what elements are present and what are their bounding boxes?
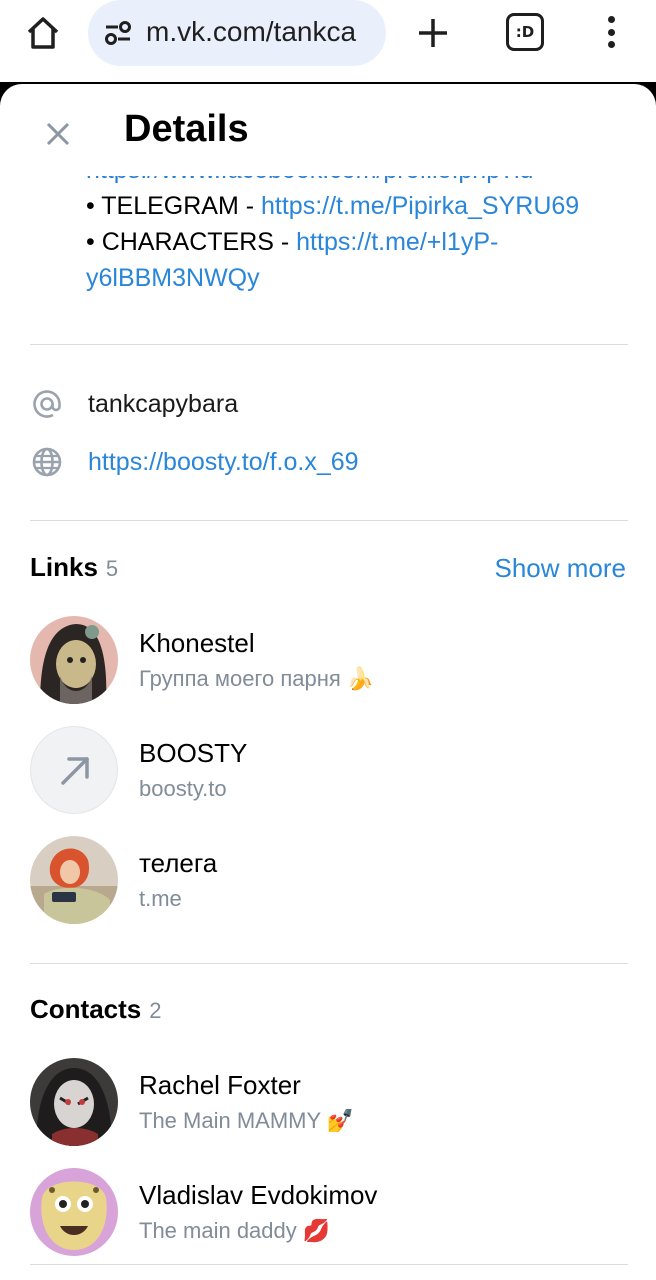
contact-item[interactable]: Rachel Foxter The Main MAMMY 💅: [30, 1058, 628, 1148]
sheet-title: Details: [124, 108, 249, 150]
about-line-telegram: • TELEGRAM - https://t.me/Pipirka_SYRU69: [86, 188, 634, 224]
external-link-arrow-icon: [30, 726, 118, 814]
divider: [30, 1264, 628, 1265]
characters-link-continued[interactable]: y6lBBM3NWQy: [86, 264, 260, 292]
divider: [30, 520, 628, 521]
contact-item[interactable]: Vladislav Evdokimov The main daddy 💋: [30, 1168, 628, 1258]
about-label: • CHARACTERS -: [86, 228, 297, 256]
more-menu-icon[interactable]: [596, 12, 626, 52]
link-description: boosty.to: [139, 776, 227, 801]
avatar: [30, 616, 118, 704]
link-name: BOOSTY: [139, 738, 248, 768]
about-line-characters: • CHARACTERS - https://t.me/+l1yP-: [86, 224, 634, 260]
link-description: t.me: [139, 886, 182, 911]
links-count: 5: [105, 556, 119, 581]
link-item[interactable]: Khonestel Группа моего парня 🍌: [30, 616, 628, 706]
divider: [30, 963, 628, 964]
link-description: Группа моего парня 🍌: [139, 666, 375, 691]
globe-icon: [30, 445, 64, 479]
contact-description: The main daddy 💋: [139, 1218, 331, 1243]
address-bar[interactable]: m.vk.com/tankca: [88, 0, 386, 66]
about-line-characters-cont: y6lBBM3NWQy: [86, 260, 634, 296]
about-label: • TELEGRAM -: [86, 192, 261, 220]
show-more-button[interactable]: Show more: [495, 553, 627, 584]
characters-link[interactable]: https://t.me/+l1yP-: [296, 228, 498, 256]
cut-off-link[interactable]: https://www.facebook.com/profile.php?id: [86, 176, 634, 188]
link-item[interactable]: BOOSTY boosty.to: [30, 726, 628, 816]
close-icon[interactable]: [42, 118, 74, 150]
contacts-heading: Contacts 2: [30, 994, 162, 1025]
contacts-title: Contacts: [30, 994, 142, 1024]
contact-name: Rachel Foxter: [139, 1070, 301, 1100]
screen-name: tankcapybara: [88, 389, 239, 418]
website-link[interactable]: https://boosty.to/f.o.x_69: [88, 448, 359, 477]
url-text[interactable]: m.vk.com/tankca: [146, 16, 376, 48]
website-row: https://boosty.to/f.o.x_69: [30, 442, 359, 482]
details-sheet: Details https://www.facebook.com/profile…: [0, 84, 656, 1280]
tab-switcher-button[interactable]: :D: [506, 13, 544, 51]
home-icon[interactable]: [22, 12, 64, 54]
link-item[interactable]: телега t.me: [30, 836, 628, 926]
avatar: [30, 1168, 118, 1256]
contacts-count: 2: [149, 998, 162, 1023]
avatar: [30, 836, 118, 924]
link-name: телега: [139, 848, 218, 878]
link-name: Khonestel: [139, 628, 255, 658]
at-sign-icon: [30, 387, 64, 421]
about-text: https://www.facebook.com/profile.php?id …: [86, 176, 634, 296]
contact-description: The Main MAMMY 💅: [139, 1108, 355, 1133]
screen-name-row: tankcapybara: [30, 384, 238, 424]
links-heading: Links 5: [30, 552, 118, 583]
browser-toolbar: m.vk.com/tankca :D: [0, 0, 656, 82]
contact-name: Vladislav Evdokimov: [139, 1180, 378, 1210]
avatar: [30, 1058, 118, 1146]
site-settings-icon[interactable]: [104, 20, 132, 46]
divider: [30, 344, 628, 345]
links-title: Links: [30, 552, 98, 582]
telegram-link[interactable]: https://t.me/Pipirka_SYRU69: [261, 192, 579, 220]
new-tab-plus-icon[interactable]: [410, 10, 456, 56]
